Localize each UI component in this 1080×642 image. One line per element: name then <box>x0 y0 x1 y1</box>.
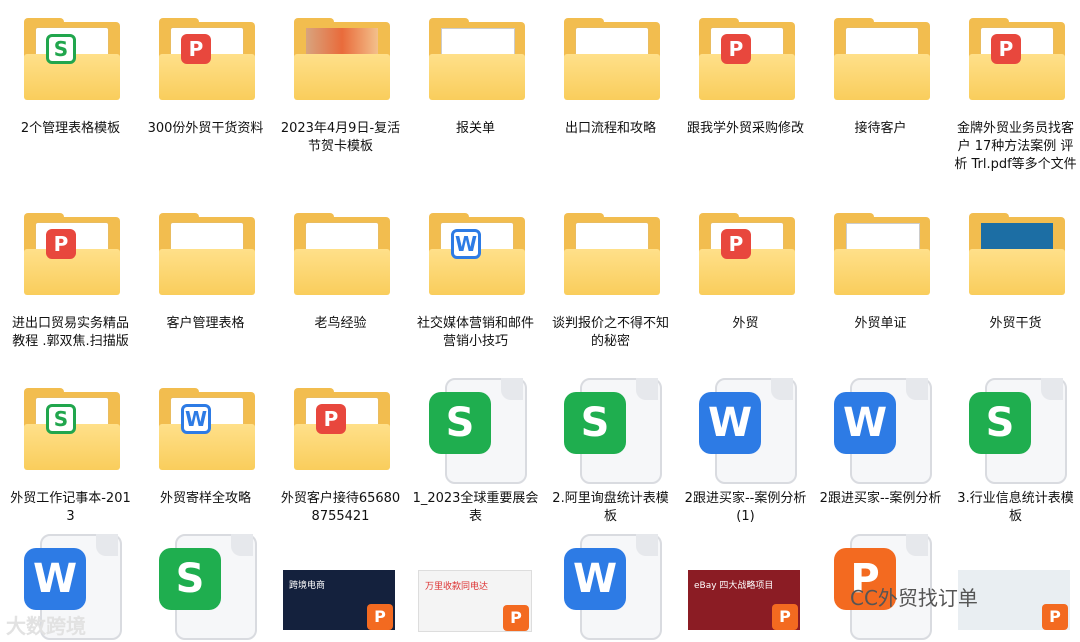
document-icon: W <box>695 378 797 484</box>
slide-thumbnail: 跨境电商 P <box>283 570 395 630</box>
watermark-right: CC外贸找订单 <box>850 586 978 610</box>
folder-icon: P <box>695 18 795 102</box>
folder-icon: W <box>425 213 525 297</box>
folder-icon <box>560 213 660 297</box>
file-name-label: 3.行业信息统计表模板 <box>957 491 1074 524</box>
folder-icon: S <box>20 18 120 102</box>
file-name-label: 接待客户 <box>854 121 907 136</box>
document-icon: S <box>965 378 1067 484</box>
app-logo-icon: S <box>564 392 626 454</box>
thumbnail-caption: eBay 四大战略项目 <box>694 581 774 591</box>
file-name-label: 跟我学外贸采购修改 <box>686 121 804 136</box>
file-type-icon: W <box>181 404 211 434</box>
folder-icon: P <box>155 18 255 102</box>
document-icon: S <box>560 378 662 484</box>
folder-icon <box>155 213 255 297</box>
file-type-icon: S <box>46 34 76 64</box>
file-name-label: 外贸寄样全攻略 <box>159 491 251 506</box>
app-logo-icon: W <box>24 548 86 610</box>
folder-icon: W <box>155 388 255 472</box>
folder-icon: P <box>20 213 120 297</box>
document-icon: W <box>560 534 662 640</box>
slide-thumbnail: 万里收款同电达 P <box>418 570 532 632</box>
file-name-label: 金牌外贸业务员找客户 17种方法案例 评析 Trl.pdf等多个文件 <box>954 121 1077 172</box>
thumbnail-caption: 跨境电商 <box>289 581 326 591</box>
folder-icon: S <box>20 388 120 472</box>
file-name-label: 报关单 <box>455 121 495 136</box>
file-name-label: 出口流程和攻略 <box>564 121 656 136</box>
folder-icon <box>965 213 1065 297</box>
presentation-icon: P <box>1042 604 1068 630</box>
app-logo-icon: W <box>699 392 761 454</box>
file-type-icon: S <box>46 404 76 434</box>
presentation-icon: P <box>772 604 798 630</box>
folder-icon <box>290 213 390 297</box>
app-logo-icon: W <box>564 548 626 610</box>
document-icon: W <box>20 534 122 640</box>
file-name-label: 客户管理表格 <box>166 316 245 331</box>
folder-icon <box>830 213 930 297</box>
folder-icon <box>560 18 660 102</box>
file-name-label: 2跟进买家--案例分析(1) <box>684 491 807 524</box>
watermark-left: 大数跨境 <box>6 614 86 638</box>
document-icon: S <box>425 378 527 484</box>
file-type-icon: P <box>181 34 211 64</box>
file-name-label: 外贸 <box>732 316 759 331</box>
file-type-icon: P <box>316 404 346 434</box>
file-name-label: 外贸单证 <box>854 316 907 331</box>
file-name-label: 2.阿里询盘统计表模板 <box>552 491 669 524</box>
file-name-label: 2023年4月9日-复活节贺卡模板 <box>280 121 401 154</box>
folder-icon <box>290 18 390 102</box>
app-logo-icon: W <box>834 392 896 454</box>
presentation-icon: P <box>367 604 393 630</box>
app-logo-icon: S <box>159 548 221 610</box>
file-grid: S 2个管理表格模板 P 300份外贸干货资料 2023年4月9日-复活节贺卡模板 报关单… <box>0 0 1080 642</box>
slide-thumbnail: eBay 四大战略项目 P <box>688 570 800 630</box>
app-logo-icon: S <box>969 392 1031 454</box>
folder-icon: P <box>695 213 795 297</box>
file-type-icon: P <box>721 34 751 64</box>
app-logo-icon: S <box>429 392 491 454</box>
file-name-label: 外贸干货 <box>989 316 1042 331</box>
presentation-icon: P <box>503 605 529 631</box>
file-name-label: 谈判报价之不得不知的秘密 <box>551 316 669 349</box>
folder-icon <box>425 18 525 102</box>
file-type-icon: P <box>991 34 1021 64</box>
file-name-label: 外贸客户接待656808755421 <box>280 491 401 524</box>
file-name-label: 进出口贸易实务精品教程 .郭双焦.扫描版 <box>11 316 129 349</box>
document-icon: S <box>155 534 257 640</box>
file-type-icon: P <box>721 229 751 259</box>
file-name-label: 老鸟经验 <box>314 316 367 331</box>
file-name-label: 外贸工作记事本-2013 <box>10 491 131 524</box>
folder-icon: P <box>965 18 1065 102</box>
thumbnail-caption: 万里收款同电达 <box>425 582 489 592</box>
folder-icon: P <box>290 388 390 472</box>
file-type-icon: W <box>451 229 481 259</box>
file-name-label: 社交媒体营销和邮件营销小技巧 <box>416 316 534 349</box>
file-name-label: 2跟进买家--案例分析 <box>819 491 942 506</box>
file-name-label: 300份外贸干货资料 <box>147 121 264 136</box>
document-icon: W <box>830 378 932 484</box>
file-type-icon: P <box>46 229 76 259</box>
file-name-label: 1_2023全球重要展会表 <box>412 491 539 524</box>
folder-icon <box>830 18 930 102</box>
file-name-label: 2个管理表格模板 <box>20 121 121 136</box>
